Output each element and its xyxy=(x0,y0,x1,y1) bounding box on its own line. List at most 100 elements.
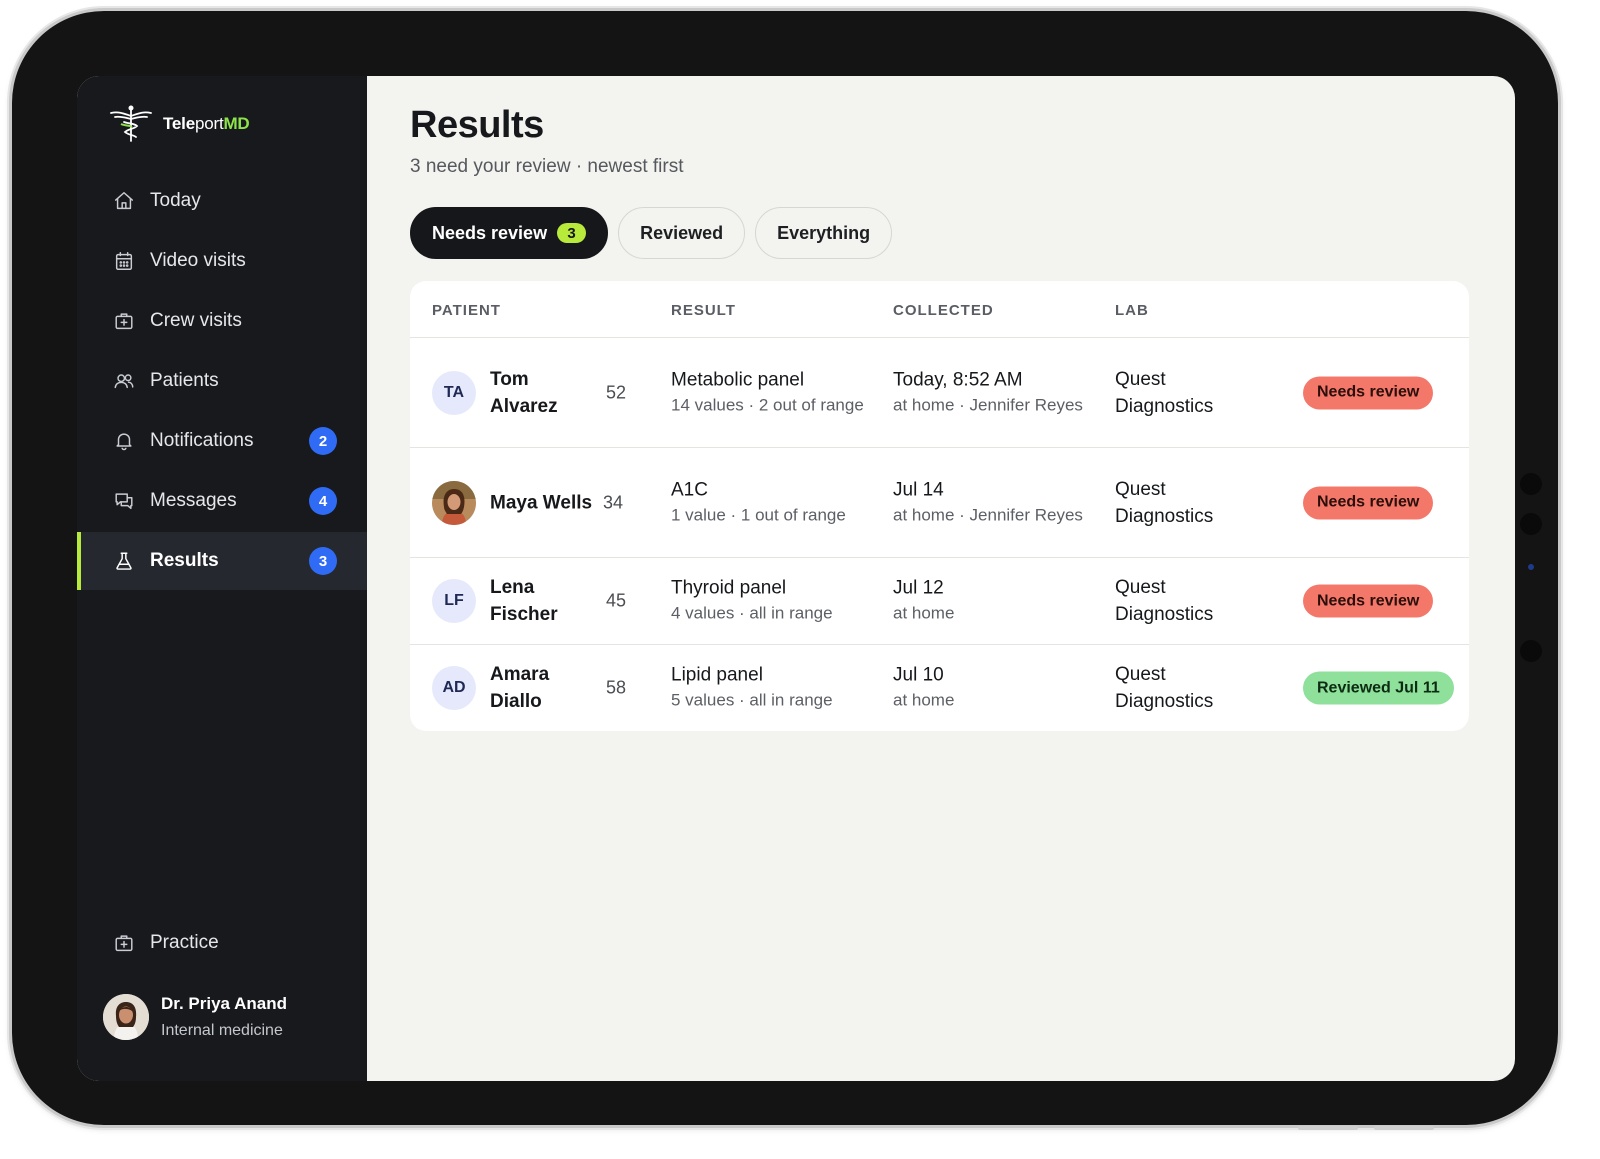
patient-name: Amara Diallo xyxy=(490,664,550,712)
result-cell: A1C 1 value · 1 out of range xyxy=(671,477,871,528)
calendar-icon xyxy=(112,249,136,273)
tab-label: Everything xyxy=(777,222,871,243)
tab-reviewed[interactable]: Reviewed xyxy=(618,207,746,259)
user-name: Dr. Priya Anand xyxy=(161,994,287,1013)
avatar xyxy=(103,994,149,1040)
result-cell: Metabolic panel 14 values · 2 out of ran… xyxy=(671,367,871,418)
collected-cell: Today, 8:52 AM at home · Jennifer Reyes xyxy=(893,367,1093,418)
camera-dot xyxy=(1528,564,1534,570)
medkit-icon xyxy=(112,931,136,955)
status-badge: Reviewed Jul 11 xyxy=(1303,671,1454,705)
hardware-button xyxy=(1298,1126,1358,1130)
patient-name: Maya Wells xyxy=(490,492,593,513)
sidebar-item-video-visits[interactable]: Video visits xyxy=(77,232,367,290)
lab-name: Quest Diagnostics xyxy=(1115,664,1214,712)
column-header-lab: LAB xyxy=(1115,302,1149,319)
sidebar-item-today[interactable]: Today xyxy=(77,172,367,230)
collected-cell: Jul 14 at home · Jennifer Reyes xyxy=(893,477,1093,528)
lab-name: Quest Diagnostics xyxy=(1115,478,1214,527)
sidebar-item-practice[interactable]: Practice xyxy=(77,914,367,972)
tablet-frame: TeleportMD Today Video visits Crew visit… xyxy=(12,11,1558,1130)
table-row[interactable]: TA Tom Alvarez 52 Metabolic panel 14 val… xyxy=(410,338,1469,448)
column-header-result: RESULT xyxy=(671,302,736,319)
results-count-badge: 3 xyxy=(309,547,337,575)
messages-count-badge: 4 xyxy=(309,487,337,515)
brand-logo[interactable]: TeleportMD xyxy=(107,104,250,144)
collected-cell: Jul 12 at home xyxy=(893,576,1093,627)
sidebar-item-label: Video visits xyxy=(150,250,246,271)
patient-photo-avatar xyxy=(432,480,476,525)
collected-date: Jul 12 xyxy=(893,577,944,599)
collected-detail: at home xyxy=(893,603,955,623)
result-cell: Thyroid panel 4 values · all in range xyxy=(671,576,871,627)
patient-age: 45 xyxy=(606,590,627,611)
medkit-icon xyxy=(112,309,136,333)
result-name: Thyroid panel xyxy=(671,577,787,599)
sidebar: TeleportMD Today Video visits Crew visit… xyxy=(77,76,367,1081)
collected-detail: at home · Jennifer Reyes xyxy=(893,395,1083,414)
tab-everything[interactable]: Everything xyxy=(755,207,893,259)
result-name: Lipid panel xyxy=(671,664,763,686)
lab-name: Quest Diagnostics xyxy=(1115,577,1214,625)
caduceus-icon xyxy=(110,105,152,142)
result-detail: 5 values · all in range xyxy=(671,690,833,710)
sidebar-item-notifications[interactable]: Notifications 2 xyxy=(77,412,367,470)
sidebar-item-label: Notifications xyxy=(150,430,254,451)
patient-initials-avatar: LF xyxy=(432,579,476,623)
bell-icon xyxy=(112,429,136,453)
chat-icon xyxy=(112,489,136,513)
sidebar-item-label: Results xyxy=(150,550,219,571)
sidebar-item-patients[interactable]: Patients xyxy=(77,352,367,410)
side-sensor xyxy=(1520,513,1542,535)
flask-icon xyxy=(112,549,136,573)
sidebar-item-results[interactable]: Results 3 xyxy=(77,532,367,590)
users-icon xyxy=(112,369,136,393)
table-row[interactable]: LF Lena Fischer 45 Thyroid panel 4 value… xyxy=(410,558,1469,645)
side-sensor xyxy=(1520,473,1542,495)
sidebar-item-crew-visits[interactable]: Crew visits xyxy=(77,292,367,350)
tab-count-badge: 3 xyxy=(557,223,587,243)
collected-detail: at home · Jennifer Reyes xyxy=(893,505,1083,524)
collected-date: Jul 14 xyxy=(893,479,944,500)
hardware-button xyxy=(1374,1126,1434,1130)
page-title: Results xyxy=(410,104,544,146)
result-detail: 14 values · 2 out of range xyxy=(671,395,864,414)
patient-age: 52 xyxy=(606,382,627,402)
collected-date: Today, 8:52 AM xyxy=(893,369,1023,390)
sidebar-nav: Today Video visits Crew visits Patients … xyxy=(77,172,367,592)
user-role: Internal medicine xyxy=(161,1022,283,1039)
home-icon xyxy=(112,189,136,213)
patient-initials-avatar: AD xyxy=(432,666,476,710)
sidebar-item-label: Crew visits xyxy=(150,310,242,331)
patient-name: Tom Alvarez xyxy=(490,368,558,417)
table-header: PATIENT RESULT COLLECTED LAB xyxy=(410,281,1469,338)
column-header-patient: PATIENT xyxy=(432,302,501,319)
result-detail: 1 value · 1 out of range xyxy=(671,505,846,524)
table-row[interactable]: AD Amara Diallo 58 Lipid panel 5 values … xyxy=(410,645,1469,731)
status-badge: Needs review xyxy=(1303,486,1434,519)
user-profile[interactable]: Dr. Priya Anand Internal medicine xyxy=(103,994,287,1040)
sidebar-item-messages[interactable]: Messages 4 xyxy=(77,472,367,530)
sidebar-practice-section: Practice xyxy=(77,914,367,974)
result-name: Metabolic panel xyxy=(671,369,805,390)
patient-age: 34 xyxy=(603,492,624,512)
sidebar-item-label: Practice xyxy=(150,932,219,953)
brand-name: TeleportMD xyxy=(163,114,250,133)
table-row[interactable]: Maya Wells 34 A1C 1 value · 1 out of ran… xyxy=(410,448,1469,558)
status-badge: Needs review xyxy=(1303,584,1434,618)
result-name: A1C xyxy=(671,479,708,500)
tab-needs-review[interactable]: Needs review 3 xyxy=(410,207,609,259)
result-cell: Lipid panel 5 values · all in range xyxy=(671,663,871,714)
patient-initials-avatar: TA xyxy=(432,370,476,415)
collected-date: Jul 10 xyxy=(893,664,944,686)
column-header-collected: COLLECTED xyxy=(893,302,994,319)
collected-cell: Jul 10 at home xyxy=(893,663,1093,714)
app-screen: TeleportMD Today Video visits Crew visit… xyxy=(77,76,1515,1081)
tab-label: Needs review xyxy=(432,222,548,243)
patient-age: 58 xyxy=(606,677,627,698)
page-subtitle: 3 need your review · newest first xyxy=(410,156,684,177)
sidebar-item-label: Patients xyxy=(150,370,219,391)
tab-label: Reviewed xyxy=(640,222,724,243)
sidebar-item-label: Messages xyxy=(150,490,237,511)
patient-name: Lena Fischer xyxy=(490,577,558,625)
